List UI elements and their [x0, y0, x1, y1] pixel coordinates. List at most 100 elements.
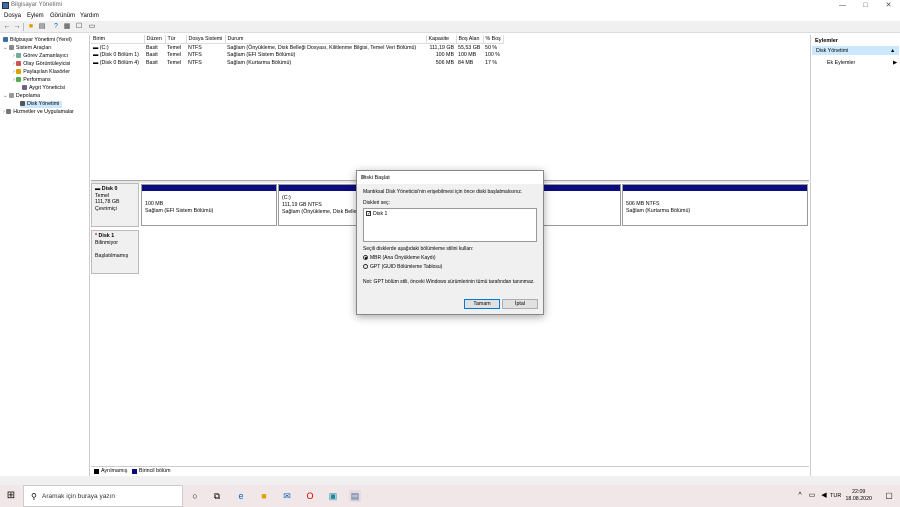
- ok-button[interactable]: Tamam: [464, 299, 500, 309]
- legend-primary: Birincil bölüm: [139, 468, 171, 474]
- table-cell: Temel: [167, 59, 182, 66]
- column-header[interactable]: Kapasite: [426, 35, 457, 44]
- legend-swatch-unallocated: [94, 469, 99, 474]
- partition-size: 100 MB: [145, 201, 164, 207]
- column-header[interactable]: % Boş: [483, 35, 504, 44]
- task-view-icon[interactable]: ⧉: [211, 490, 223, 502]
- tree-item-services[interactable]: › Hizmetler ve Uygulamalar: [3, 109, 74, 116]
- partition-status: Sağlam (Önyükleme, Disk Belle: [282, 209, 357, 215]
- radio-selected-icon[interactable]: [363, 255, 368, 261]
- actions-pane: Eylemler Disk Yönetimi ▲ Ek Eylemler ▶: [810, 35, 900, 483]
- columns-icon[interactable]: ▭: [88, 23, 96, 31]
- tree-item-shared-folders[interactable]: › Paylaşılan Klasörler: [13, 69, 70, 76]
- close-button[interactable]: ✕: [877, 0, 900, 11]
- list-view-icon[interactable]: ▦: [63, 23, 71, 31]
- volume-icon: ▬: [93, 59, 100, 66]
- performance-icon: [16, 77, 22, 83]
- volume-icon: ▬: [93, 52, 100, 59]
- column-header[interactable]: Düzen: [144, 35, 166, 44]
- network-icon[interactable]: ▭: [806, 490, 818, 502]
- partition-efi[interactable]: 100 MB Sağlam (EFI Sistem Bölümü): [141, 184, 277, 226]
- cortana-icon[interactable]: ○: [189, 490, 201, 502]
- cancel-button[interactable]: İptal: [502, 299, 538, 309]
- chevron-up-icon[interactable]: ^: [794, 490, 806, 502]
- partition-recovery[interactable]: 506 MB NTFS Sağlam (Kurtarma Bölümü): [622, 184, 808, 226]
- radio-unselected-icon[interactable]: [363, 264, 368, 270]
- tree-item-disk-management[interactable]: Disk Yönetimi: [20, 101, 63, 108]
- search-placeholder: Aramak için buraya yazın: [42, 493, 115, 500]
- volume-name-cell: ▬ (Disk 0 Bölüm 1): [93, 52, 139, 59]
- mail-icon[interactable]: ✉: [281, 490, 293, 502]
- actions-section-disk-management[interactable]: Disk Yönetimi ▲: [812, 46, 899, 55]
- table-row[interactable]: ▬ (Disk 0 Bölüm 4) Basit Temel NTFS Sağl…: [91, 59, 503, 67]
- windows-start-icon[interactable]: ⊞: [5, 490, 17, 502]
- tools-icon: [8, 45, 14, 51]
- tree-item-storage[interactable]: ⌄ Depolama: [3, 93, 40, 100]
- table-cell: Sağlam (Önyükleme, Disk Belleği Dosyası,…: [227, 44, 417, 51]
- language-indicator[interactable]: TUR: [830, 493, 841, 499]
- tree-item-task-scheduler[interactable]: › Görev Zamanlayıcı: [13, 53, 68, 60]
- disk0-status: Çevrimiçi: [95, 205, 117, 212]
- edge-icon[interactable]: e: [235, 490, 247, 502]
- disk-listbox[interactable]: ✓ Disk 1: [363, 208, 537, 242]
- volume-icon[interactable]: ◀: [818, 490, 830, 502]
- table-cell: Sağlam (Kurtarma Bölümü): [227, 59, 292, 66]
- disk0-name: Disk 0: [101, 186, 118, 192]
- opera-icon[interactable]: O: [304, 490, 316, 502]
- maximize-button[interactable]: □: [854, 0, 877, 11]
- volume-icon: ▬: [93, 44, 100, 51]
- forward-arrow-icon[interactable]: →: [13, 23, 21, 31]
- column-header[interactable]: Durum: [225, 35, 427, 44]
- mbr-radio[interactable]: MBR (Ana Önyükleme Kaydı): [363, 255, 436, 261]
- window-title: Bilgisayar Yönetimi: [11, 2, 62, 8]
- disk0-label[interactable]: ▬ Disk 0 Temel 111,78 GB Çevrimiçi: [91, 183, 139, 227]
- disk1-name: Disk 1: [98, 233, 115, 239]
- column-header[interactable]: Dosya Sistemi: [186, 35, 226, 44]
- show-tree-icon[interactable]: ▤: [38, 23, 46, 31]
- dialog-title-bar: Diski Başlat ✕: [357, 171, 543, 184]
- table-cell: Temel: [167, 52, 182, 59]
- app-icon: [2, 2, 9, 9]
- disk-list-item[interactable]: ✓ Disk 1: [366, 211, 387, 217]
- tree-item-device-manager[interactable]: Aygıt Yöneticisi: [22, 85, 65, 92]
- table-row[interactable]: ▬ (Disk 0 Bölüm 1) Basit Temel NTFS Sağl…: [91, 51, 503, 59]
- event-viewer-icon: [16, 61, 22, 67]
- close-icon[interactable]: ✕: [361, 175, 539, 181]
- taskbar-search[interactable]: ⚲ Aramak için buraya yazın: [23, 485, 183, 507]
- menu-action[interactable]: Eylem: [27, 13, 44, 19]
- disk1-init-status: Başlatılmamış: [95, 253, 129, 259]
- column-header[interactable]: Birim: [91, 35, 145, 44]
- minimize-button[interactable]: —: [831, 0, 854, 11]
- more-actions[interactable]: Ek Eylemler ▶: [827, 60, 897, 66]
- gpt-radio[interactable]: GPT (GUID Bölümleme Tablosu): [363, 264, 442, 270]
- column-header[interactable]: Tür: [165, 35, 187, 44]
- checkbox-checked-icon[interactable]: ✓: [366, 211, 371, 217]
- collapse-arrow-icon[interactable]: ▲: [890, 48, 895, 54]
- computer-management-icon[interactable]: ▤: [349, 490, 361, 502]
- clock[interactable]: 22:09 18.08.2020: [845, 489, 872, 503]
- menu-bar: Dosya Eylem Görünüm Yardım: [0, 11, 900, 21]
- tree-item-event-viewer[interactable]: › Olay Görüntüleyicisi: [13, 61, 70, 68]
- partition-size: 506 MB NTFS: [626, 201, 660, 207]
- clock-icon: [16, 53, 22, 59]
- notifications-icon[interactable]: ▢: [883, 490, 895, 502]
- tree-item-performance[interactable]: › Performans: [13, 77, 51, 84]
- back-arrow-icon[interactable]: ←: [3, 23, 11, 31]
- tree-item-system-tools[interactable]: ⌄ Sistem Araçları: [3, 45, 52, 52]
- file-explorer-icon[interactable]: ■: [258, 490, 270, 502]
- help-icon[interactable]: ?: [52, 23, 60, 31]
- photos-icon[interactable]: ▣: [327, 490, 339, 502]
- menu-view[interactable]: Görünüm: [50, 13, 75, 19]
- table-cell: 111,19 GB: [429, 44, 454, 51]
- menu-help[interactable]: Yardım: [80, 13, 99, 19]
- partition-name: (C:): [282, 195, 291, 201]
- table-cell: NTFS: [188, 59, 202, 66]
- tree-item-root[interactable]: Bilgisayar Yönetimi (Yerel): [3, 37, 72, 44]
- column-header[interactable]: Boş Alan: [456, 35, 484, 44]
- menu-file[interactable]: Dosya: [4, 13, 21, 19]
- folder-icon[interactable]: ■: [27, 23, 35, 31]
- table-row[interactable]: ▬ (C:) Basit Temel NTFS Sağlam (Önyüklem…: [91, 44, 503, 52]
- legend-swatch-primary: [132, 469, 137, 474]
- disk1-label[interactable]: * Disk 1 Bilinmiyor Başlatılmamış: [91, 230, 139, 274]
- properties-icon[interactable]: ☐: [75, 23, 83, 31]
